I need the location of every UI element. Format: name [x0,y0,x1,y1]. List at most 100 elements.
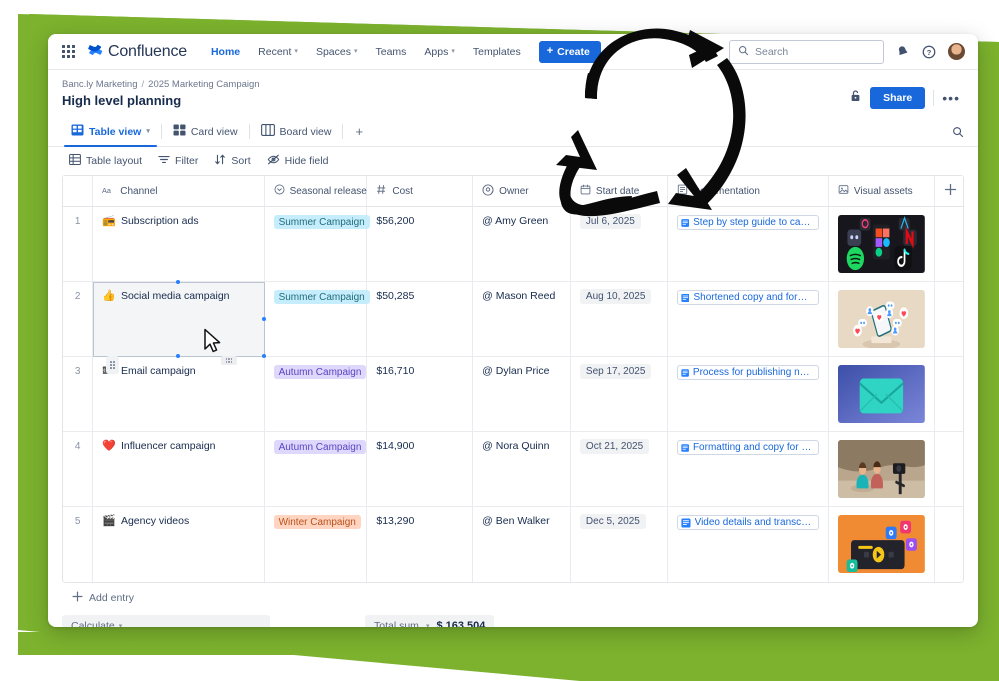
document-link-label: Shortened copy and formatting [693,292,814,303]
cell-cost[interactable]: $13,290 [367,507,474,582]
calculate-dropdown[interactable]: Calculate ▾ [62,615,270,627]
toolbar-filter[interactable]: Filter [151,150,205,172]
cell-visual-assets[interactable] [828,207,935,282]
cell-seasonal-release[interactable]: Summer Campaign [264,207,370,282]
column-header-seasonal-release[interactable]: Seasonal release [264,176,368,207]
cell-documentation[interactable]: Formatting and copy for ad in s... [667,432,829,507]
search-input[interactable] [755,45,875,58]
cell-documentation[interactable]: Step by step guide to campaig... [667,207,829,282]
database-table-container: Aa Channel Seasonal release Cost Owner S… [48,175,978,583]
cell-seasonal-release[interactable]: Summer Campaign [264,282,370,357]
column-header-visual-assets[interactable]: Visual assets [828,176,935,207]
cell-channel[interactable]: ❤️ Influencer campaign [93,432,265,507]
column-header-channel[interactable]: Aa Channel [93,176,265,207]
share-button[interactable]: Share [870,87,926,109]
cell-start-date[interactable]: Aug 10, 2025 [570,282,668,357]
column-header-start-date[interactable]: Start date [570,176,668,207]
document-link[interactable]: Shortened copy and formatting [676,290,819,305]
clapper-board-emoji-icon: 🎬 [102,514,116,527]
cell-visual-assets[interactable] [828,282,935,357]
cell-seasonal-release[interactable]: Autumn Campaign [264,432,368,507]
confluence-logo-icon [88,43,103,60]
row-drag-handle[interactable] [106,356,119,374]
toolbar-sort[interactable]: Sort [207,150,257,172]
avatar[interactable] [947,42,966,61]
nav-item-apps[interactable]: Apps ▾ [416,42,462,62]
column-drag-grip[interactable] [221,356,237,365]
tab-card-view[interactable]: Card view [164,117,247,147]
toolbar-table-layout[interactable]: Table layout [62,150,149,172]
add-view-button[interactable]: + [345,124,373,139]
breadcrumb-item-parent[interactable]: 2025 Marketing Campaign [148,79,259,90]
nav-item-home[interactable]: Home [203,42,248,62]
table-header-row: Aa Channel Seasonal release Cost Owner S… [63,176,963,207]
cell-channel[interactable]: 🎬 Agency videos [93,507,265,582]
cell-owner[interactable]: @ Dylan Price [473,357,571,432]
toolbar-hide-field[interactable]: Hide field [260,150,336,172]
nav-item-templates[interactable]: Templates [465,42,529,62]
toolbar-label: Filter [175,155,199,167]
cell-cost[interactable]: $16,710 [367,357,474,432]
cell-owner[interactable]: @ Nora Quinn [473,432,571,507]
nav-item-teams[interactable]: Teams [367,42,414,62]
cell-owner[interactable]: @ Mason Reed [473,282,571,357]
cell-owner[interactable]: @ Amy Green [473,207,571,282]
breadcrumb-item-space[interactable]: Banc.ly Marketing [62,79,138,90]
nav-item-spaces[interactable]: Spaces ▾ [308,42,366,62]
confluence-brand[interactable]: Confluence [88,43,187,61]
document-link[interactable]: Formatting and copy for ad in s... [676,440,819,455]
streaming-app-logos-thumbnail [837,215,925,273]
global-search-box[interactable] [729,39,884,64]
document-link[interactable]: Video details and transcript [676,515,819,530]
cell-start-date[interactable]: Dec 5, 2025 [571,507,668,582]
selection-handle-corner[interactable] [261,354,266,358]
cell-documentation[interactable]: Video details and transcript [668,507,829,582]
tab-table-view[interactable]: Table view ▾ [62,117,159,147]
create-button[interactable]: + Create [538,40,601,63]
nav-right-actions: ? [729,39,966,64]
cell-owner[interactable]: @ Ben Walker [473,507,571,582]
chevron-down-icon: ▾ [425,622,430,628]
table-view-icon [71,124,84,139]
chevron-down-icon[interactable]: ▾ [146,128,150,135]
toolbar-label: Hide field [284,155,329,167]
cell-start-date[interactable]: Oct 21, 2025 [570,432,668,507]
cell-channel[interactable]: 👍 Social media campaign [93,280,266,358]
cell-start-date[interactable]: Jul 6, 2025 [570,207,668,282]
table-row: 1 📻 Subscription ads Summer Campaign $56… [63,207,963,282]
cell-cost[interactable]: $14,900 [367,432,474,507]
column-header-documentation[interactable]: Documentation [667,176,829,207]
plus-icon: + [546,45,554,57]
more-options-icon[interactable]: ••• [942,91,960,105]
cell-start-date[interactable]: Sep 17, 2025 [570,357,668,432]
selection-handle-top[interactable] [176,280,181,284]
cell-seasonal-release[interactable]: Winter Campaign [265,507,368,582]
selection-handle-right[interactable] [261,317,266,321]
card-view-icon [173,124,186,139]
cell-cost[interactable]: $56,200 [367,207,474,282]
cell-cost[interactable]: $50,285 [367,282,474,357]
document-link[interactable]: Step by step guide to campaig... [676,215,819,230]
nav-item-recent[interactable]: Recent ▾ [250,42,306,62]
lock-icon[interactable] [849,89,862,108]
cell-channel[interactable]: 📻 Subscription ads [93,207,265,282]
help-circle-icon[interactable]: ? [920,43,938,61]
cell-documentation[interactable]: Process for publishing new con... [667,357,829,432]
column-header-owner[interactable]: Owner [473,176,571,207]
add-column-icon[interactable] [934,176,963,207]
view-search-icon[interactable] [952,126,964,138]
notification-bell-icon[interactable] [893,43,911,61]
cell-visual-assets[interactable] [829,507,935,582]
total-sum-dropdown[interactable]: Total sum ▾ $ 163,504 [365,615,495,628]
add-entry-button[interactable]: Add entry [48,583,978,613]
grid-apps-icon[interactable] [58,42,78,62]
cell-visual-assets[interactable] [828,432,935,507]
confluence-app-window: Confluence Home Recent ▾ Spaces ▾ Teams … [48,34,978,627]
cell-documentation[interactable]: Shortened copy and formatting [667,282,829,357]
column-header-cost[interactable]: Cost [367,176,474,207]
document-link[interactable]: Process for publishing new con... [676,365,819,380]
cell-seasonal-release[interactable]: Autumn Campaign [264,357,368,432]
tab-board-view[interactable]: Board view [252,117,341,147]
cell-visual-assets[interactable] [828,357,935,432]
svg-text:?: ? [927,47,932,56]
